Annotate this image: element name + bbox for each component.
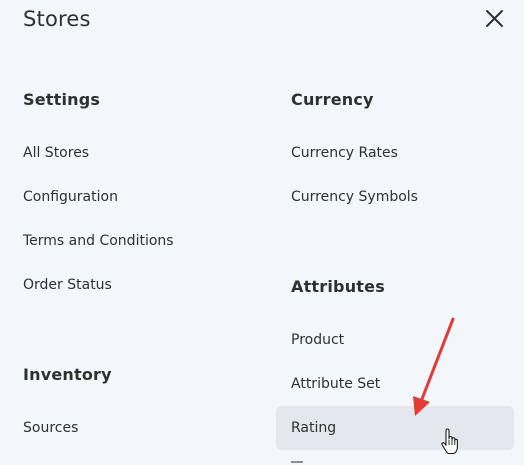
close-icon bbox=[486, 10, 503, 27]
section-title-attributes: Attributes bbox=[291, 277, 385, 296]
menu-item-sources[interactable]: Sources bbox=[23, 419, 78, 437]
hand-pointer-icon bbox=[441, 428, 458, 455]
menu-item-all-stores[interactable]: All Stores bbox=[23, 144, 89, 162]
menu-item-currency-symbols[interactable]: Currency Symbols bbox=[291, 188, 418, 206]
panel-title: Stores bbox=[23, 7, 91, 31]
annotation-arrow-icon bbox=[413, 317, 455, 416]
section-title-inventory: Inventory bbox=[23, 365, 112, 384]
close-button[interactable] bbox=[482, 7, 506, 31]
menu-item-rating[interactable]: Rating bbox=[291, 419, 336, 437]
menu-item-partial bbox=[291, 458, 303, 465]
menu-item-attribute-set[interactable]: Attribute Set bbox=[291, 375, 380, 393]
section-title-settings: Settings bbox=[23, 90, 101, 109]
section-title-currency: Currency bbox=[291, 90, 374, 109]
menu-item-product[interactable]: Product bbox=[291, 331, 344, 349]
menu-item-order-status[interactable]: Order Status bbox=[23, 276, 112, 294]
menu-item-terms-and-conditions[interactable]: Terms and Conditions bbox=[23, 232, 174, 250]
menu-item-currency-rates[interactable]: Currency Rates bbox=[291, 144, 398, 162]
menu-item-configuration[interactable]: Configuration bbox=[23, 188, 118, 206]
